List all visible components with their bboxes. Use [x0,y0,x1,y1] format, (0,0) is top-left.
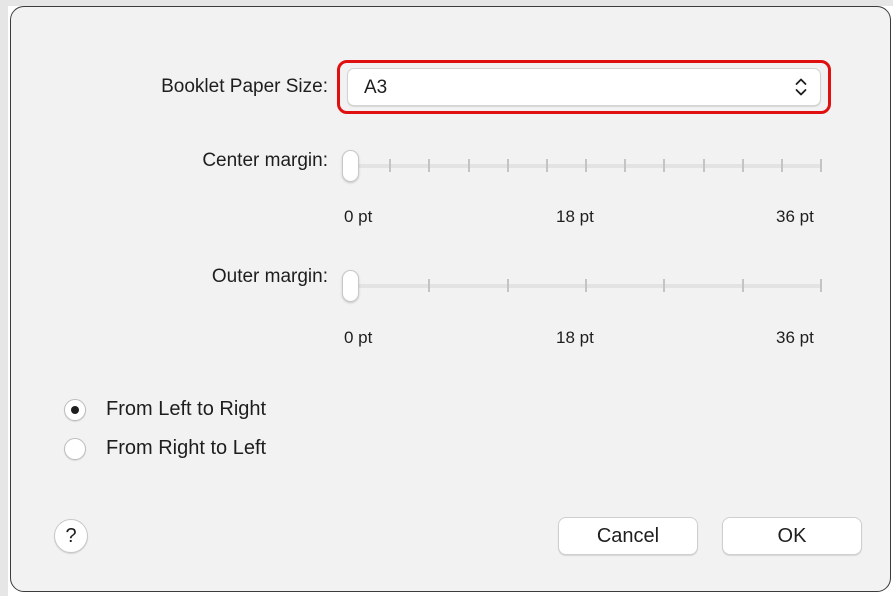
slider-tick [820,159,822,172]
center-margin-slider[interactable] [342,146,822,186]
radio-left-to-right[interactable]: From Left to Right [64,398,364,424]
slider-tick [663,279,666,292]
slider-tick [389,159,392,172]
center-margin-mid-label: 18 pt [556,207,594,226]
slider-tick [545,159,548,172]
outer-margin-label: Outer margin: [211,266,328,287]
center-margin-max-label: 36 pt [776,207,814,226]
backdrop-edge [0,0,8,596]
outer-margin-min-label: 0 pt [344,328,373,347]
slider-tick [741,159,744,172]
cancel-button[interactable]: Cancel [558,517,698,555]
booklet-paper-size-value: A3 [364,77,388,98]
screen: Booklet Paper Size: A3 Center margin: 0 … [0,0,893,596]
slider-tick [624,159,627,172]
slider-tick [663,159,666,172]
radio-button[interactable] [64,438,86,460]
slider-tick [428,159,431,172]
center-margin-min-label: 0 pt [344,207,373,226]
booklet-paper-size-popup[interactable]: A3 [347,68,821,106]
radio-right-to-left[interactable]: From Right to Left [64,437,364,463]
radio-button[interactable] [64,399,86,421]
radio-left-to-right-label: From Left to Right [106,398,267,420]
slider-tick [428,279,431,292]
center-margin-label: Center margin: [202,150,328,171]
slider-tick [585,159,587,172]
up-down-chevron-icon [795,78,807,96]
outer-margin-mid-label: 18 pt [556,328,594,347]
outer-margin-slider[interactable] [342,266,822,306]
radio-right-to-left-label: From Right to Left [106,437,267,459]
outer-margin-max-label: 36 pt [776,328,814,347]
slider-tick [585,279,587,292]
slider-tick [741,279,744,292]
slider-tick [780,159,783,172]
slider-tick [702,159,705,172]
booklet-paper-size-label: Booklet Paper Size: [161,76,328,97]
slider-tick [506,159,509,172]
slider-tick [820,279,822,292]
help-button[interactable]: ? [54,519,88,553]
ok-button[interactable]: OK [722,517,862,555]
slider-thumb[interactable] [342,270,359,302]
slider-tick [467,159,470,172]
slider-tick [506,279,509,292]
slider-thumb[interactable] [342,150,359,182]
